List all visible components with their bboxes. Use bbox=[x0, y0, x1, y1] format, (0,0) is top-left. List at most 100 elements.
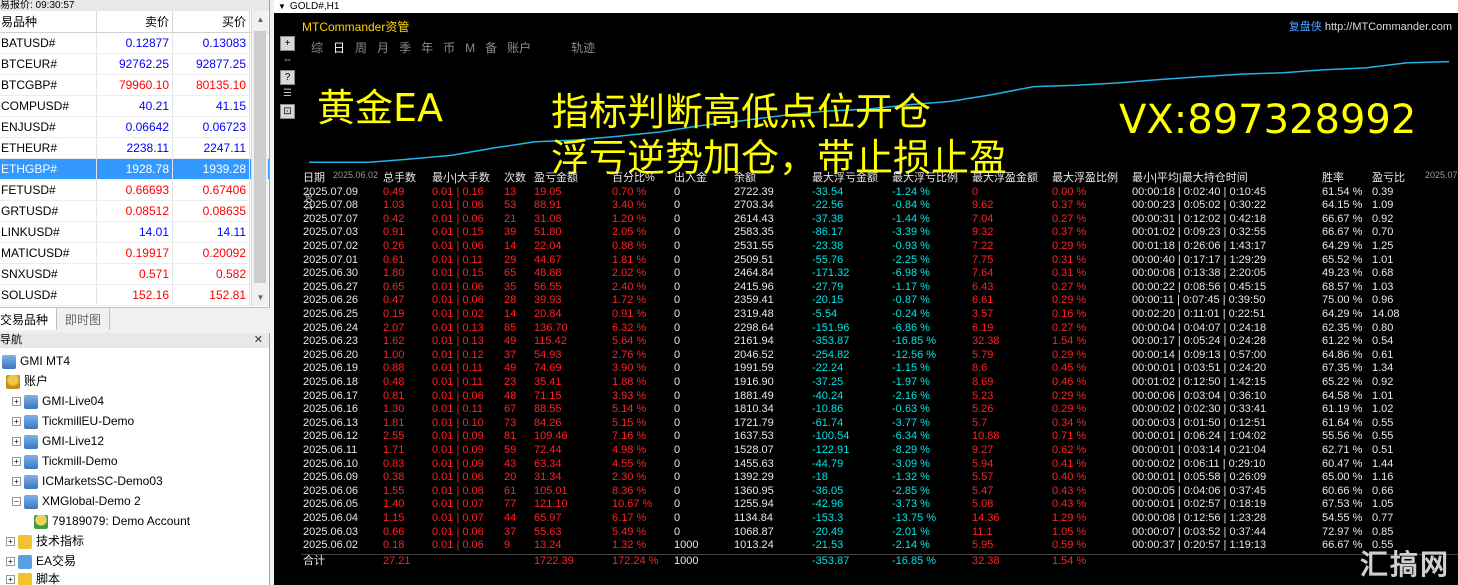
mtc-site-link[interactable]: http://MTCommander.com bbox=[1325, 21, 1452, 33]
market-watch-row[interactable]: BATUSD# 0.12877 0.13083 bbox=[0, 33, 269, 54]
table-row[interactable]: 2025.06.30 1.80 0.01 | 0.15 65 48.88 2.02 % 0 2… bbox=[301, 267, 1458, 281]
mtc-tab[interactable]: 备 bbox=[485, 41, 497, 55]
table-row[interactable]: 2025.06.06 1.55 0.01 | 0.08 61 105.01 8.36 % 0… bbox=[301, 485, 1458, 499]
mtc-tab[interactable]: 账户 bbox=[507, 41, 531, 55]
column-header[interactable]: 总手数 bbox=[383, 172, 416, 186]
column-header[interactable]: 次数 bbox=[504, 172, 526, 186]
mtc-tab[interactable]: 日 bbox=[333, 41, 345, 55]
chart-menu-icon[interactable]: ▼ bbox=[278, 2, 286, 11]
column-header[interactable]: 最小|大手数 bbox=[432, 172, 490, 186]
table-row[interactable]: 2025.07.08 1.03 0.01 | 0.06 53 88.91 3.40 % 0 2… bbox=[301, 199, 1458, 213]
move-icon[interactable]: ⇔ bbox=[280, 53, 295, 68]
market-watch-row[interactable]: BTCEUR# 92762.25 92877.25 bbox=[0, 54, 269, 75]
column-header[interactable]: 盈亏金额 bbox=[534, 172, 578, 186]
table-row[interactable]: 2025.06.05 1.40 0.01 | 0.07 77 121.10 10.67 %… bbox=[301, 498, 1458, 512]
table-row[interactable]: 2025.06.04 1.15 0.01 | 0.07 44 65.97 6.17 % 0 1… bbox=[301, 512, 1458, 526]
list-icon[interactable]: ☰ bbox=[280, 87, 295, 102]
market-watch-row[interactable]: ENJUSD# 0.06642 0.06723 bbox=[0, 117, 269, 138]
expand-icon[interactable]: + bbox=[12, 457, 21, 467]
column-header[interactable]: 日期 bbox=[303, 172, 325, 186]
table-row[interactable]: 2025.07.09 0.49 0.01 | 0.16 13 19.05 0.70 % 0 2… bbox=[301, 186, 1458, 200]
column-header[interactable]: 百分比% bbox=[612, 172, 655, 186]
expand-icon[interactable]: + bbox=[12, 437, 21, 447]
scroll-thumb[interactable] bbox=[254, 31, 266, 283]
table-row[interactable]: 2025.06.10 0.83 0.01 | 0.09 43 63.34 4.55 % 0 1… bbox=[301, 458, 1458, 472]
column-header[interactable]: 最大浮亏比例 bbox=[892, 172, 958, 186]
nav-demo-account[interactable]: 79189079: Demo Account bbox=[34, 511, 190, 531]
table-row[interactable]: 2025.06.26 0.47 0.01 | 0.06 28 39.93 1.72 % 0 2… bbox=[301, 294, 1458, 308]
mtc-tab[interactable]: 季 bbox=[399, 41, 411, 55]
mtc-tab[interactable]: 月 bbox=[377, 41, 389, 55]
scroll-up-icon[interactable]: ▲ bbox=[252, 11, 269, 28]
market-watch-row[interactable]: ETHGBP# 1928.78 1939.28 bbox=[0, 159, 269, 180]
table-row[interactable]: 2025.06.25 0.19 0.01 | 0.02 14 20.84 0.91 % 0 2… bbox=[301, 308, 1458, 322]
nav-expert-advisors[interactable]: + EA交易 bbox=[6, 551, 76, 571]
mtc-brand[interactable]: 复盘侠 http://MTCommander.com bbox=[1289, 18, 1452, 34]
window-icon[interactable]: ⊡ bbox=[280, 104, 295, 119]
expand-icon[interactable]: + bbox=[12, 477, 21, 487]
table-row[interactable]: 2025.07.01 0.61 0.01 | 0.11 29 44.67 1.81 % 0 2… bbox=[301, 254, 1458, 268]
table-row[interactable]: 2025.06.18 0.48 0.01 | 0.11 23 35.41 1.88 % 0 1… bbox=[301, 376, 1458, 390]
column-header[interactable]: 出入金 bbox=[674, 172, 707, 186]
market-watch-row[interactable]: SNXUSD# 0.571 0.582 bbox=[0, 264, 269, 285]
col-bid-header[interactable]: 卖价 bbox=[97, 10, 173, 33]
collapse-icon[interactable]: − bbox=[12, 497, 21, 507]
nav-server-item[interactable]: + GMI-Live12 bbox=[12, 431, 104, 451]
help-icon[interactable]: ? bbox=[280, 70, 295, 85]
column-header[interactable]: 最大浮盈金额 bbox=[972, 172, 1038, 186]
table-row[interactable]: 2025.06.23 1.62 0.01 | 0.13 49 115.42 5.64 % 0… bbox=[301, 335, 1458, 349]
mtc-tab[interactable]: 周 bbox=[355, 41, 367, 55]
market-watch-row[interactable]: COMPUSD# 40.21 41.15 bbox=[0, 96, 269, 117]
col-symbol-header[interactable]: 易品种 bbox=[0, 10, 97, 33]
nav-server-item[interactable]: + TickmillEU-Demo bbox=[12, 411, 134, 431]
table-row[interactable]: 2025.06.12 2.55 0.01 | 0.09 81 109.46 7.16 % 0… bbox=[301, 430, 1458, 444]
market-watch-row[interactable]: BTCGBP# 79960.10 80135.10 bbox=[0, 75, 269, 96]
scroll-down-icon[interactable]: ▼ bbox=[252, 289, 269, 306]
nav-server-item[interactable]: + GMI-Live04 bbox=[12, 391, 104, 411]
nav-server-item[interactable]: − XMGlobal-Demo 2 bbox=[12, 491, 141, 511]
market-watch-row[interactable]: FETUSD# 0.66693 0.67406 bbox=[0, 180, 269, 201]
mtc-tab[interactable]: M bbox=[465, 41, 475, 55]
market-watch-row[interactable]: MATICUSD# 0.19917 0.20092 bbox=[0, 243, 269, 264]
market-watch-scrollbar[interactable]: ▲ ▼ bbox=[251, 11, 268, 306]
table-row[interactable]: 2025.06.03 0.66 0.01 | 0.06 37 55.63 5.49 % 0 1… bbox=[301, 526, 1458, 540]
mtc-tab[interactable]: 年 bbox=[421, 41, 433, 55]
table-row[interactable]: 2025.06.27 0.65 0.01 | 0.06 35 56.55 2.40 % 0 2… bbox=[301, 281, 1458, 295]
nav-server-item[interactable]: + ICMarketsSC-Demo03 bbox=[12, 471, 163, 491]
tab-symbols[interactable]: 交易品种 bbox=[0, 308, 58, 330]
table-row[interactable]: 2025.06.09 0.38 0.01 | 0.06 20 31.34 2.30 % 0 1… bbox=[301, 471, 1458, 485]
table-row[interactable]: 2025.06.16 1.30 0.01 | 0.11 67 88.55 5.14 % 0 1… bbox=[301, 403, 1458, 417]
close-icon[interactable]: ✕ bbox=[254, 333, 263, 348]
table-row[interactable]: 2025.07.02 0.26 0.01 | 0.06 14 22.04 0.88 % 0 2… bbox=[301, 240, 1458, 254]
table-row[interactable]: 2025.06.17 0.81 0.01 | 0.06 48 71.15 3.93 % 0 1… bbox=[301, 390, 1458, 404]
mtc-tab[interactable]: 轨迹 bbox=[571, 41, 595, 55]
mtc-tab[interactable]: 综 bbox=[311, 41, 323, 55]
expand-icon[interactable]: + bbox=[12, 397, 21, 407]
expand-icon[interactable]: + bbox=[12, 417, 21, 427]
table-row[interactable]: 2025.06.24 2.07 0.01 | 0.13 85 136.70 6.32 % 0… bbox=[301, 322, 1458, 336]
table-row[interactable]: 2025.06.13 1.81 0.01 | 0.10 73 84.26 5.15 % 0 1… bbox=[301, 417, 1458, 431]
market-watch-row[interactable]: SOLUSD# 152.16 152.81 bbox=[0, 285, 269, 306]
nav-root[interactable]: GMI MT4 bbox=[2, 351, 70, 371]
table-row[interactable]: 2025.07.03 0.91 0.01 | 0.15 39 51.80 2.05 % 0 2… bbox=[301, 226, 1458, 240]
tab-tick-chart[interactable]: 即时图 bbox=[57, 308, 111, 330]
table-row[interactable]: 2025.06.20 1.00 0.01 | 0.12 37 54.93 2.76 % 0 2… bbox=[301, 349, 1458, 363]
nav-scripts[interactable]: + 脚本 bbox=[6, 569, 60, 585]
crosshair-icon[interactable]: + bbox=[280, 36, 295, 51]
expand-icon[interactable]: + bbox=[6, 557, 15, 567]
column-header[interactable]: 最大浮亏金额 bbox=[812, 172, 878, 186]
market-watch-row[interactable]: LINKUSD# 14.01 14.11 bbox=[0, 222, 269, 243]
table-row[interactable]: 2025.06.19 0.88 0.01 | 0.11 49 74.69 3.90 % 0 1… bbox=[301, 362, 1458, 376]
column-header[interactable]: 最小|平均|最大持仓时间 bbox=[1132, 172, 1248, 186]
nav-server-item[interactable]: + Tickmill-Demo bbox=[12, 451, 118, 471]
column-header[interactable]: 余额 bbox=[734, 172, 756, 186]
nav-indicators[interactable]: + 技术指标 bbox=[6, 531, 84, 551]
market-watch-row[interactable]: GRTUSD# 0.08512 0.08635 bbox=[0, 201, 269, 222]
column-header[interactable]: 盈亏比 bbox=[1372, 172, 1405, 186]
market-watch-row[interactable]: ETHEUR# 2238.11 2247.11 bbox=[0, 138, 269, 159]
column-header[interactable]: 胜率 bbox=[1322, 172, 1344, 186]
expand-icon[interactable]: + bbox=[6, 575, 15, 585]
table-row[interactable]: 2025.07.07 0.42 0.01 | 0.06 21 31.08 1.20 % 0 2… bbox=[301, 213, 1458, 227]
col-ask-header[interactable]: 买价 bbox=[173, 10, 250, 33]
expand-icon[interactable]: + bbox=[6, 537, 15, 547]
